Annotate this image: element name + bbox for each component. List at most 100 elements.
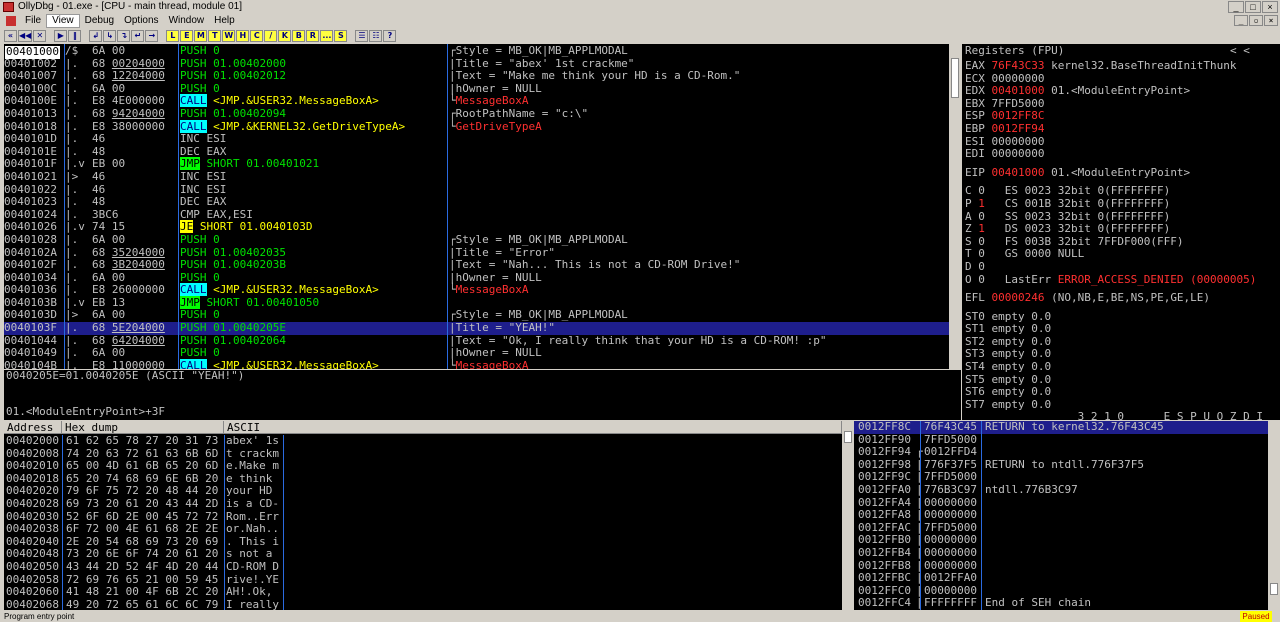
- toolbar-window-button-/[interactable]: /: [264, 29, 278, 42]
- dump-header-address[interactable]: Address: [4, 421, 62, 434]
- stack-left-scrollbar[interactable]: [843, 421, 853, 610]
- disasm-address: 00401007: [4, 69, 57, 83]
- toolbar-button[interactable]: ✕: [33, 29, 47, 42]
- dump-row[interactable]: 00402060 41 48 21 00 4F 6B 2C 20 AH!.Ok,: [4, 586, 842, 599]
- disasm-row[interactable]: 00401023 |. 48 DEC EAX: [4, 195, 949, 209]
- stack-row[interactable]: 0012FFA0|776B3C97ntdll.776B3C97: [854, 483, 1268, 497]
- stack-row[interactable]: 0012FF8C 76F43C45 RETURN to kernel32.76F43…: [854, 421, 1268, 434]
- close-button[interactable]: ×: [1262, 1, 1278, 13]
- disassembly-pane[interactable]: 00401000/$ 6A 00 PUSH 0 ┌Style = MB_OK|MB_A…: [4, 44, 949, 369]
- toolbar-button[interactable]: ↵: [131, 29, 145, 42]
- registers-nav-arrows[interactable]: < <: [1230, 44, 1250, 58]
- toolbar-button[interactable]: «: [4, 29, 17, 42]
- registers-pane[interactable]: Registers (FPU) < < EAX 76F43C33 kernel3…: [962, 44, 1280, 420]
- menu-file[interactable]: File: [20, 14, 46, 28]
- disasm-row[interactable]: 0040101F |.v EB 00 JMP SHORT 01.00401021: [4, 157, 949, 171]
- stack-row[interactable]: 0012FFB4|00000000: [854, 546, 1268, 560]
- toolbar-window-button-S[interactable]: S: [334, 29, 348, 42]
- dump-header-ascii[interactable]: ASCII: [224, 421, 842, 434]
- register-text: ST3 empty 0.0: [965, 347, 1052, 361]
- toolbar-window-button-H[interactable]: H: [236, 29, 250, 42]
- register-text: ST1 empty 0.0: [965, 322, 1052, 336]
- disasm-comment-part: |Title = "YEAH!": [449, 321, 555, 335]
- toolbar-window-button-E[interactable]: E: [180, 29, 194, 42]
- stack-row[interactable]: 0012FF94┌0012FFD4: [854, 446, 1268, 459]
- dump-row[interactable]: 00402010 65 00 4D 61 6B 65 20 6D e.Make m: [4, 460, 842, 473]
- toolbar-button[interactable]: ↲: [89, 29, 103, 42]
- toolbar-window-button-...[interactable]: ...: [320, 29, 334, 42]
- toolbar-button[interactable]: ‖: [68, 29, 82, 42]
- toolbar-window-button-L[interactable]: L: [166, 29, 180, 42]
- dump-address: 00402050: [6, 559, 59, 573]
- stack-scrollbar[interactable]: [1269, 421, 1279, 610]
- disasm-row[interactable]: 00401036 |. E8 26000000 CALL <JMP.&USER32.M…: [4, 283, 949, 297]
- stack-row[interactable]: 0012FFC4|FFFFFFFFEnd of SEH chain: [854, 597, 1268, 610]
- mdi-minimize-button[interactable]: _: [1234, 15, 1248, 26]
- disasm-row[interactable]: 0040101E |. 48 DEC EAX: [4, 145, 949, 159]
- dump-row[interactable]: 00402068 49 20 72 65 61 6C 6C 79 I really: [4, 597, 842, 610]
- register-line[interactable]: 3 2 1 0 E S P U O Z D I: [965, 411, 1280, 420]
- menu-debug[interactable]: Debug: [80, 14, 119, 28]
- menu-window[interactable]: Window: [164, 14, 210, 28]
- register-line[interactable]: EDI 00000000: [965, 147, 1280, 161]
- toolbar-window-button-R[interactable]: R: [306, 29, 320, 42]
- toolbar-window-button-B[interactable]: B: [292, 29, 306, 42]
- disasm-row[interactable]: 0040101D |. 46 INC ESI: [4, 132, 949, 146]
- disasm-row[interactable]: 00401022 |. 46 INC ESI: [4, 183, 949, 197]
- mdi-close-button[interactable]: ×: [1264, 15, 1278, 26]
- register-line[interactable]: EIP 00401000 01.<ModuleEntryPoint>: [965, 166, 1280, 180]
- disassembly-scrollbar[interactable]: [950, 44, 960, 369]
- disasm-row[interactable]: 00401018 |. E8 38000000 CALL <JMP.&KERNEL32…: [4, 119, 949, 134]
- disasm-instruction-part: DEC EAX: [180, 195, 227, 209]
- disasm-mark: |.: [65, 232, 79, 246]
- toolbar-tool-button[interactable]: ?: [383, 29, 397, 42]
- disasm-address: 00401049: [4, 346, 57, 360]
- dump-header-hex[interactable]: Hex dump: [62, 421, 224, 434]
- dump-row[interactable]: 00402000 61 62 65 78 27 20 31 73 abex' 1s: [4, 434, 842, 448]
- stack-row[interactable]: 0012FFA8|00000000: [854, 509, 1268, 522]
- minimize-button[interactable]: _: [1228, 1, 1244, 13]
- mdi-restore-button[interactable]: ▫: [1249, 15, 1263, 26]
- disasm-comment-part: └: [449, 119, 456, 133]
- menu-help[interactable]: Help: [209, 14, 240, 28]
- register-text: O 0 LastErr: [965, 272, 1058, 286]
- disasm-instruction-part: INC ESI: [180, 132, 227, 146]
- menu-view[interactable]: View: [46, 14, 80, 28]
- dump-row[interactable]: 00402050 43 44 2D 52 4F 4D 20 44 CD-ROM D: [4, 559, 842, 574]
- dump-row[interactable]: 00402038 6F 72 00 4E 61 68 2E 2E or.Nah..: [4, 523, 842, 536]
- toolbar-button[interactable]: ↴: [117, 29, 131, 42]
- toolbar-button[interactable]: ◀◀: [18, 29, 33, 42]
- disasm-row[interactable]: 00401024 |. 3BC6 CMP EAX,ESI: [4, 208, 949, 222]
- register-line[interactable]: EFL 00000246 (NO,NB,E,BE,NS,PE,GE,LE): [965, 291, 1280, 305]
- register-text: Z: [965, 222, 979, 236]
- disasm-comment: └MessageBoxA: [449, 283, 528, 297]
- cpu-window-icon[interactable]: [6, 16, 16, 26]
- menu-options[interactable]: Options: [119, 14, 163, 28]
- toolbar-button[interactable]: →: [145, 29, 159, 42]
- dump-address: 00402068: [6, 597, 59, 610]
- toolbar-window-button-T[interactable]: T: [208, 29, 222, 42]
- toolbar-tool-button[interactable]: ☰: [355, 29, 369, 42]
- toolbar-window-button-W[interactable]: W: [222, 29, 236, 42]
- disasm-instruction-part: PUSH 01.00402000: [180, 56, 286, 70]
- dump-pane[interactable]: Address Hex dump ASCII 00402000 61 62 65 …: [4, 421, 842, 610]
- disasm-instruction-part: CALL: [180, 283, 207, 297]
- disasm-row[interactable]: 00401021 |> 46 INC ESI: [4, 169, 949, 184]
- toolbar-window-button-C[interactable]: C: [250, 29, 264, 42]
- register-line[interactable]: T 0 GS 0000 NULL: [965, 248, 1280, 261]
- disasm-mark: |.: [65, 321, 79, 335]
- toolbar-button[interactable]: ▶: [54, 29, 68, 42]
- register-line[interactable]: O 0 LastErr ERROR_ACCESS_DENIED (0000000…: [965, 272, 1280, 287]
- disasm-instruction-part: PUSH 0: [180, 346, 220, 360]
- maximize-button[interactable]: □: [1245, 1, 1261, 13]
- stack-pane[interactable]: 0012FF8C 76F43C45 RETURN to kernel32.76F43…: [854, 421, 1268, 610]
- disasm-mark: |>: [65, 169, 79, 183]
- toolbar-tool-button[interactable]: ☷: [369, 29, 383, 42]
- dump-row[interactable]: 00402028 69 73 20 61 20 43 44 2D is a CD-: [4, 497, 842, 511]
- toolbar-window-button-M[interactable]: M: [194, 29, 208, 42]
- disasm-row[interactable]: 0040104B |. E8 11000000 CALL <JMP.&USER32.M…: [4, 358, 949, 369]
- register-text: DS 0023 32bit 0(FFFFFFFF): [984, 222, 1171, 236]
- stack-row[interactable]: 0012FFBC|0012FFA0: [854, 572, 1268, 585]
- toolbar-window-button-K[interactable]: K: [278, 29, 292, 42]
- toolbar-button[interactable]: ↳: [103, 29, 117, 42]
